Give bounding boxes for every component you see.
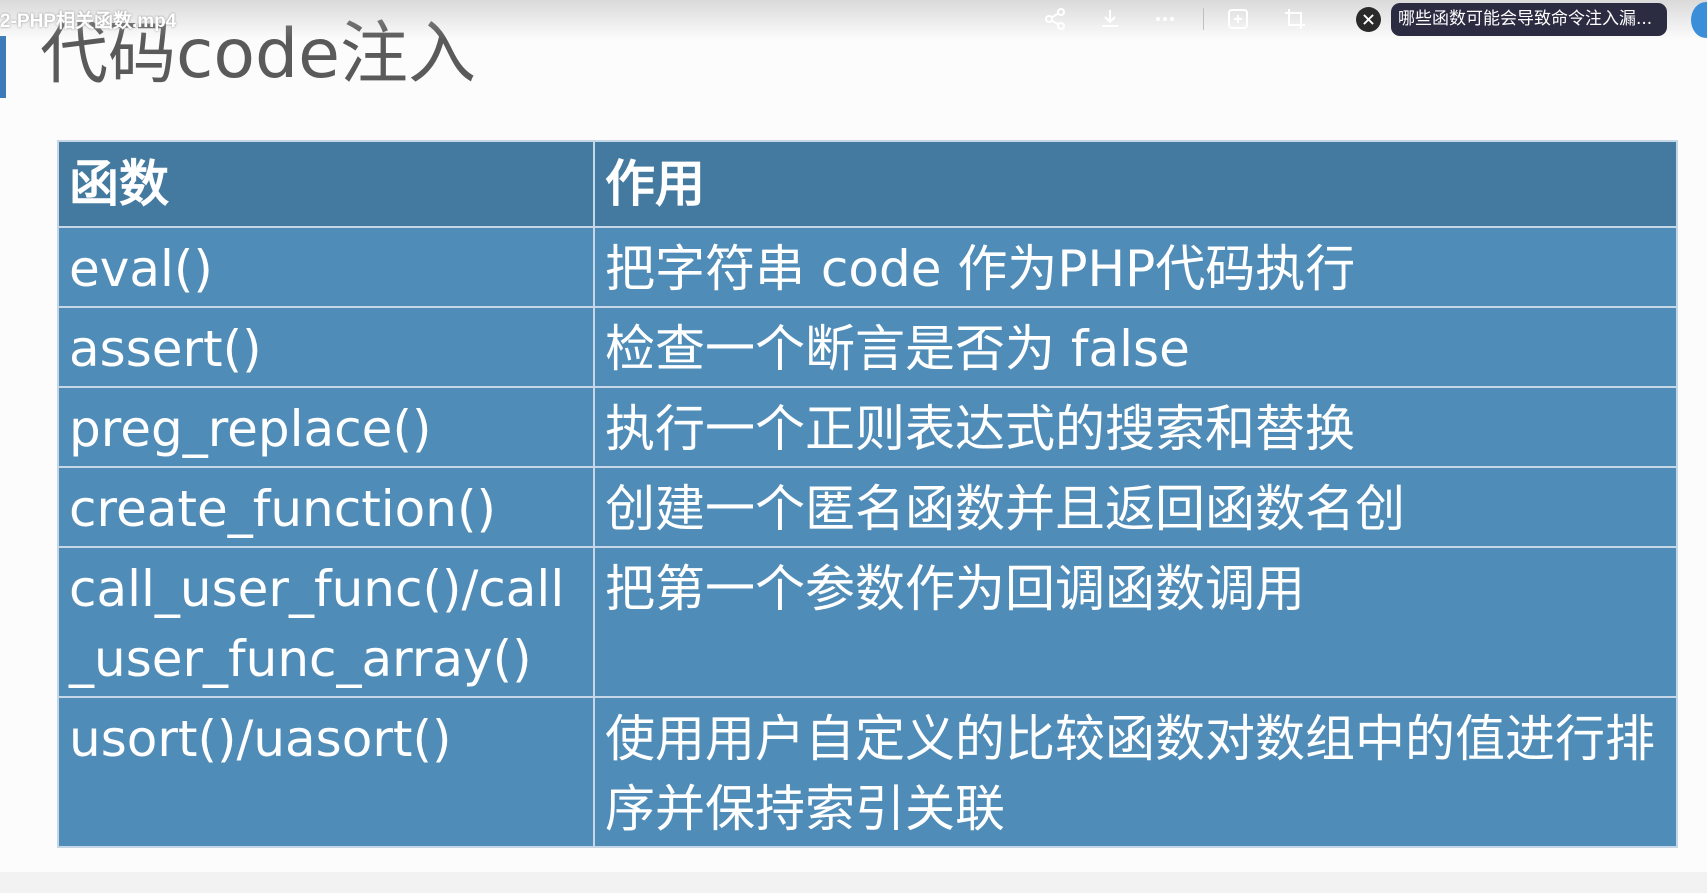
function-description: 使用用户自定义的比较函数对数组中的值进行排序并保持索引关联 — [593, 696, 1678, 848]
function-table: 函数 作用 eval() 把字符串 code 作为PHP代码执行 assert(… — [57, 140, 1678, 848]
table-header-row: 函数 作用 — [57, 140, 1678, 228]
header-purpose: 作用 — [593, 140, 1678, 228]
table-row: usort()/uasort() 使用用户自定义的比较函数对数组中的值进行排序并… — [57, 696, 1678, 848]
table-row: call_user_func()/call_user_func_array() … — [57, 546, 1678, 698]
function-name: eval() — [57, 226, 595, 308]
function-name: preg_replace() — [57, 386, 595, 468]
function-description: 检查一个断言是否为 false — [593, 306, 1678, 388]
table-row: preg_replace() 执行一个正则表达式的搜索和替换 — [57, 386, 1678, 468]
video-title: 2-PHP相关函数.mp4 — [0, 11, 177, 32]
function-description: 把第一个参数作为回调函数调用 — [593, 546, 1678, 698]
close-icon[interactable] — [1356, 7, 1381, 32]
slide-accent-bar — [0, 36, 6, 98]
toolbar-divider — [1203, 8, 1204, 30]
share-icon[interactable] — [1040, 4, 1070, 34]
function-description: 创建一个匿名函数并且返回函数名创 — [593, 466, 1678, 548]
function-name: create_function() — [57, 466, 595, 548]
screenshot-icon[interactable] — [1223, 4, 1253, 34]
crop-icon[interactable] — [1280, 4, 1310, 34]
table-row: assert() 检查一个断言是否为 false — [57, 306, 1678, 388]
assistant-avatar[interactable] — [1691, 2, 1707, 38]
function-name: assert() — [57, 306, 595, 388]
function-name: usort()/uasort() — [57, 696, 595, 848]
table-row: eval() 把字符串 code 作为PHP代码执行 — [57, 226, 1678, 308]
function-name: call_user_func()/call_user_func_array() — [57, 546, 595, 698]
header-function: 函数 — [57, 140, 595, 228]
ai-question-chip[interactable]: 哪些函数可能会导致命令注入漏... — [1391, 3, 1667, 36]
function-description: 把字符串 code 作为PHP代码执行 — [593, 226, 1678, 308]
video-bottom-edge — [0, 872, 1707, 893]
function-description: 执行一个正则表达式的搜索和替换 — [593, 386, 1678, 468]
table-row: create_function() 创建一个匿名函数并且返回函数名创 — [57, 466, 1678, 548]
player-toolbar: 2-PHP相关函数.mp4 哪些函数可能会导致命令注入漏... — [0, 0, 1707, 40]
download-icon[interactable] — [1095, 4, 1125, 34]
more-icon[interactable] — [1150, 4, 1180, 34]
